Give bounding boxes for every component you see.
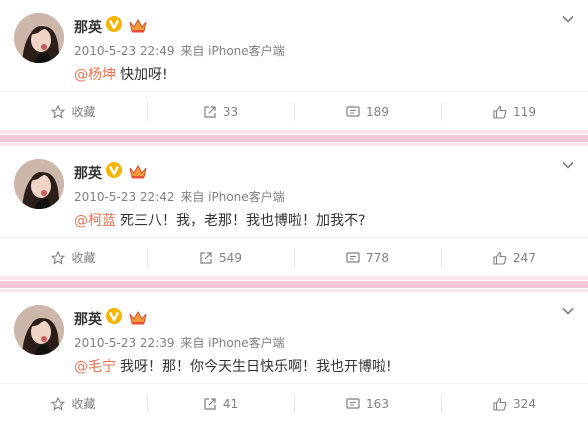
post-source: 来自 iPhone客户端 [180, 44, 285, 58]
like-button[interactable]: 247 [441, 238, 588, 277]
repost-count: 41 [222, 396, 239, 411]
repost-button[interactable]: 33 [147, 92, 294, 131]
avatar[interactable] [14, 305, 64, 355]
repost-button[interactable]: 549 [147, 238, 294, 277]
post-content: @杨坤 快加呀! [74, 64, 168, 84]
repost-button[interactable]: 41 [147, 384, 294, 423]
post-content: @柯蓝 死三八！我，老那！我也博啦！加我不? [74, 210, 365, 230]
like-count: 119 [513, 104, 536, 119]
star-icon [51, 396, 66, 411]
comment-button[interactable]: 189 [294, 92, 441, 131]
comment-icon [346, 251, 360, 263]
like-count: 324 [513, 396, 536, 411]
post-meta: 2010-5-23 22:49 来自 iPhone客户端 [74, 42, 287, 59]
post-meta: 2010-5-23 22:39 来自 iPhone客户端 [74, 334, 287, 351]
favorite-label: 收藏 [71, 105, 96, 119]
post-body: 那英 2010-5-23 22:49 来自 iPhone客户端 @杨坤 快加呀! [0, 0, 588, 91]
post-source: 来自 iPhone客户端 [180, 190, 285, 204]
star-icon [51, 104, 66, 119]
post-time[interactable]: 2010-5-23 22:42 [74, 190, 175, 204]
verified-v-icon [106, 162, 122, 178]
post-time[interactable]: 2010-5-23 22:49 [74, 44, 175, 58]
author-name[interactable]: 那英 [74, 163, 102, 183]
comment-icon [346, 105, 360, 117]
crown-icon [129, 165, 147, 179]
favorite-button[interactable]: 收藏 [0, 92, 147, 131]
star-icon [51, 250, 66, 265]
post-text: 我呀！那！你今天生日快乐啊！我也开博啦! [120, 359, 392, 375]
repost-icon [200, 251, 212, 264]
action-bar: 收藏 33 189 119 [0, 91, 588, 131]
post-body: 那英 2010-5-23 22:42 来自 iPhone客户端 @柯蓝 死三八！我… [0, 146, 588, 237]
avatar[interactable] [14, 159, 64, 209]
post-body: 那英 2010-5-23 22:39 来自 iPhone客户端 @毛宁 我呀！那！… [0, 292, 588, 383]
post-source: 来自 iPhone客户端 [180, 336, 285, 350]
verified-v-icon [106, 308, 122, 324]
post-time[interactable]: 2010-5-23 22:39 [74, 336, 175, 350]
like-icon [493, 251, 507, 265]
crown-icon [129, 311, 147, 325]
comment-count: 163 [366, 396, 389, 411]
like-icon [493, 105, 507, 119]
avatar[interactable] [14, 13, 64, 63]
weibo-post: 那英 2010-5-23 22:39 来自 iPhone客户端 @毛宁 我呀！那！… [0, 292, 588, 426]
like-button[interactable]: 119 [441, 92, 588, 131]
mention-link[interactable]: @毛宁 [74, 359, 116, 375]
repost-icon [204, 397, 216, 410]
comment-button[interactable]: 163 [294, 384, 441, 423]
post-meta: 2010-5-23 22:42 来自 iPhone客户端 [74, 188, 287, 205]
mention-link[interactable]: @柯蓝 [74, 213, 116, 229]
action-bar: 收藏 41 163 324 [0, 383, 588, 423]
like-button[interactable]: 324 [441, 384, 588, 423]
feed-separator [0, 276, 588, 292]
crown-icon [129, 19, 147, 33]
comment-icon [346, 397, 360, 409]
comment-button[interactable]: 778 [294, 238, 441, 277]
comment-count: 778 [366, 250, 389, 265]
repost-count: 549 [219, 250, 242, 265]
weibo-post: 那英 2010-5-23 22:42 来自 iPhone客户端 @柯蓝 死三八！我… [0, 146, 588, 276]
action-bar: 收藏 549 778 247 [0, 237, 588, 277]
author-name[interactable]: 那英 [74, 17, 102, 37]
favorite-label: 收藏 [71, 251, 96, 265]
weibo-feed: 那英 2010-5-23 22:49 来自 iPhone客户端 @杨坤快加呀! [0, 0, 588, 426]
chevron-down-icon[interactable] [561, 158, 575, 172]
post-content: @毛宁 我呀！那！你今天生日快乐啊！我也开博啦! [74, 356, 392, 376]
post-text: 快加呀! [120, 67, 168, 83]
repost-icon [204, 105, 216, 118]
like-count: 247 [513, 250, 536, 265]
comment-count: 189 [366, 104, 389, 119]
weibo-post: 那英 2010-5-23 22:49 来自 iPhone客户端 @杨坤快加呀! [0, 0, 588, 130]
verified-v-icon [106, 16, 122, 32]
mention-link[interactable]: @杨坤 [74, 67, 116, 83]
author-name[interactable]: 那英 [74, 309, 102, 329]
chevron-down-icon[interactable] [561, 304, 575, 318]
favorite-button[interactable]: 收藏 [0, 238, 147, 277]
feed-separator [0, 130, 588, 146]
post-text: 死三八！我，老那！我也博啦！加我不? [120, 213, 366, 229]
like-icon [493, 397, 507, 411]
chevron-down-icon[interactable] [561, 12, 575, 26]
repost-count: 33 [222, 104, 239, 119]
favorite-button[interactable]: 收藏 [0, 384, 147, 423]
favorite-label: 收藏 [71, 397, 96, 411]
